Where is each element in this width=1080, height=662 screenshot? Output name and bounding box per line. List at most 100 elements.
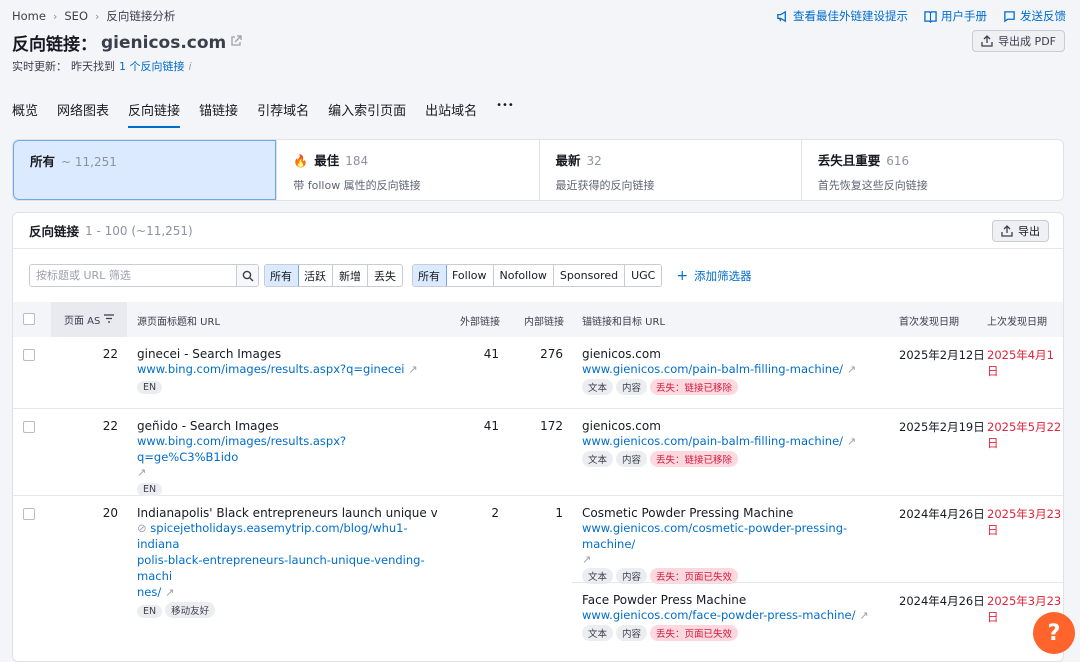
tab-bar: 概览 网络图表 反向链接 锚链接 引荐域名 编入索引页面 出站域名 ••• <box>12 100 514 128</box>
last-seen-date: 2025年3月23日 <box>987 507 1062 537</box>
lost-tag: 丢失：链接已移除 <box>650 379 739 395</box>
card-best[interactable]: 🔥 最佳 184 带 follow 属性的反向链接 <box>276 140 538 200</box>
tips-link[interactable]: 查看最佳外链建设提示 <box>776 8 908 24</box>
tab-referring-domains[interactable]: 引荐域名 <box>257 100 309 128</box>
source-url-line3[interactable]: nes/ <box>137 585 161 599</box>
chat-icon <box>1003 10 1016 23</box>
source-url[interactable]: www.bing.com/images/results.aspx?q=ge%C3… <box>137 434 346 464</box>
row-checkbox[interactable] <box>23 508 35 520</box>
feedback-label: 发送反馈 <box>1020 9 1066 23</box>
status-new[interactable]: 新增 <box>332 265 367 286</box>
row-checkbox[interactable] <box>23 421 35 433</box>
type-all[interactable]: 所有 <box>413 265 447 286</box>
tab-overview[interactable]: 概览 <box>12 100 38 128</box>
source-url-line1[interactable]: spicejetholidays.easemytrip.com/blog/whu… <box>137 521 408 551</box>
content-tag: 内容 <box>616 451 648 467</box>
card-count: ~ 11,251 <box>61 155 117 169</box>
help-button[interactable]: ? <box>1033 612 1075 654</box>
search-icon[interactable] <box>236 265 258 286</box>
external-links-count: 41 <box>483 419 499 433</box>
type-nofollow[interactable]: Nofollow <box>492 265 553 286</box>
col-anchor-header[interactable]: 锚链接和目标 URL <box>582 313 665 328</box>
tips-label: 查看最佳外链建设提示 <box>793 9 908 23</box>
status-active[interactable]: 活跃 <box>298 265 332 286</box>
target-url[interactable]: www.gienicos.com/pain-balm-filling-machi… <box>582 362 843 376</box>
col-as-header[interactable]: 页面 AS <box>51 302 127 337</box>
update-link[interactable]: 1 个反向链接 <box>119 58 185 74</box>
add-filter-button[interactable]: + 添加筛选器 <box>676 268 751 284</box>
last-seen-date: 2025年4月1日 <box>987 348 1054 378</box>
col-first-seen-header[interactable]: 首次发现日期 <box>899 313 959 328</box>
upload-icon <box>1001 225 1013 237</box>
lost-tag: 丢失：链接已移除 <box>650 451 739 467</box>
panel-header: 反向链接 1 - 100 (~11,251) 导出 <box>13 213 1063 249</box>
text-tag: 文本 <box>582 379 614 395</box>
tab-network-chart[interactable]: 网络图表 <box>57 100 109 128</box>
external-link-icon[interactable]: ↗ <box>582 553 591 566</box>
col-internal-header[interactable]: 内部链接 <box>524 313 564 328</box>
target-url[interactable]: www.gienicos.com/cosmetic-powder-pressin… <box>582 521 847 551</box>
col-as-label: 页面 AS <box>64 316 101 327</box>
col-last-seen-header[interactable]: 上次发现日期 <box>987 313 1047 328</box>
card-newest[interactable]: 最新 32 最近获得的反向链接 <box>538 140 801 200</box>
external-link-icon[interactable]: ↗ <box>165 586 174 599</box>
select-all-checkbox[interactable] <box>23 313 35 325</box>
info-icon[interactable]: i <box>189 60 192 73</box>
external-link-icon[interactable]: ↗ <box>137 466 146 479</box>
feedback-link[interactable]: 发送反馈 <box>1003 8 1066 24</box>
anchor-cell: gienicos.com www.gienicos.com/pain-balm-… <box>582 347 892 395</box>
type-ugc[interactable]: UGC <box>624 265 661 286</box>
manual-link[interactable]: 用户手册 <box>924 8 987 24</box>
sub-row-divider <box>572 582 1063 583</box>
first-seen-date: 2025年2月19日 <box>899 420 985 434</box>
row-as: 22 <box>102 347 118 361</box>
export-button[interactable]: 导出 <box>992 220 1049 242</box>
external-link-icon[interactable] <box>230 34 242 51</box>
external-link-icon[interactable]: ↗ <box>847 435 856 448</box>
col-external-header[interactable]: 外部链接 <box>460 313 500 328</box>
text-tag: 文本 <box>582 451 614 467</box>
top-links: 查看最佳外链建设提示 用户手册 发送反馈 <box>776 8 1066 24</box>
source-cell: Indianapolis' Black entrepreneurs launch… <box>137 506 447 618</box>
external-links-count: 2 <box>491 506 499 520</box>
table-header: 页面 AS 源页面标题和 URL 外部链接 内部链接 锚链接和目标 URL 首次… <box>13 302 1063 337</box>
type-follow[interactable]: Follow <box>446 265 493 286</box>
type-filter: 所有 Follow Nofollow Sponsored UGC <box>412 264 663 287</box>
search-input[interactable] <box>30 265 236 286</box>
tab-anchors[interactable]: 锚链接 <box>199 100 238 128</box>
external-link-icon[interactable]: ↗ <box>847 363 856 376</box>
external-link-icon[interactable]: ↗ <box>408 363 417 376</box>
content-tag: 内容 <box>616 625 648 641</box>
anchor-text: gienicos.com <box>582 419 661 433</box>
card-all[interactable]: 所有 ~ 11,251 <box>13 140 277 200</box>
target-url[interactable]: www.gienicos.com/pain-balm-filling-machi… <box>582 434 843 448</box>
card-lost-important[interactable]: 丢失且重要 616 首先恢复这些反向链接 <box>800 140 1063 200</box>
text-tag: 文本 <box>582 625 614 641</box>
source-url[interactable]: www.bing.com/images/results.aspx?q=ginec… <box>137 362 405 376</box>
source-url-line2[interactable]: polis-black-entrepreneurs-launch-unique-… <box>137 553 425 583</box>
breadcrumb-seo[interactable]: SEO <box>64 9 88 23</box>
row-checkbox[interactable] <box>23 349 35 361</box>
manual-label: 用户手册 <box>941 9 987 23</box>
more-tabs-icon[interactable]: ••• <box>496 100 514 128</box>
col-source-header[interactable]: 源页面标题和 URL <box>137 313 220 328</box>
status-all[interactable]: 所有 <box>265 265 299 286</box>
breadcrumb-home[interactable]: Home <box>12 9 46 23</box>
card-title: 最佳 <box>314 153 340 168</box>
tab-backlinks[interactable]: 反向链接 <box>128 100 181 128</box>
search-box <box>29 264 259 287</box>
source-title: Indianapolis' Black entrepreneurs launch… <box>137 506 437 520</box>
type-sponsored[interactable]: Sponsored <box>552 265 624 286</box>
last-seen-date: 2025年5月22日 <box>987 420 1062 450</box>
card-desc: 首先恢复这些反向链接 <box>817 179 928 192</box>
tab-indexed-pages[interactable]: 编入索引页面 <box>328 100 406 128</box>
fire-icon: 🔥 <box>293 154 309 168</box>
external-link-icon[interactable]: ↗ <box>859 609 868 622</box>
target-url[interactable]: www.gienicos.com/face-powder-press-machi… <box>582 608 856 622</box>
lost-tag: 丢失：页面已失效 <box>650 625 739 641</box>
tab-outbound-domains[interactable]: 出站域名 <box>425 100 477 128</box>
book-icon <box>924 10 937 23</box>
export-pdf-button[interactable]: 导出成 PDF <box>972 30 1065 52</box>
status-lost[interactable]: 丢失 <box>367 265 402 286</box>
lang-tag: EN <box>137 483 163 496</box>
